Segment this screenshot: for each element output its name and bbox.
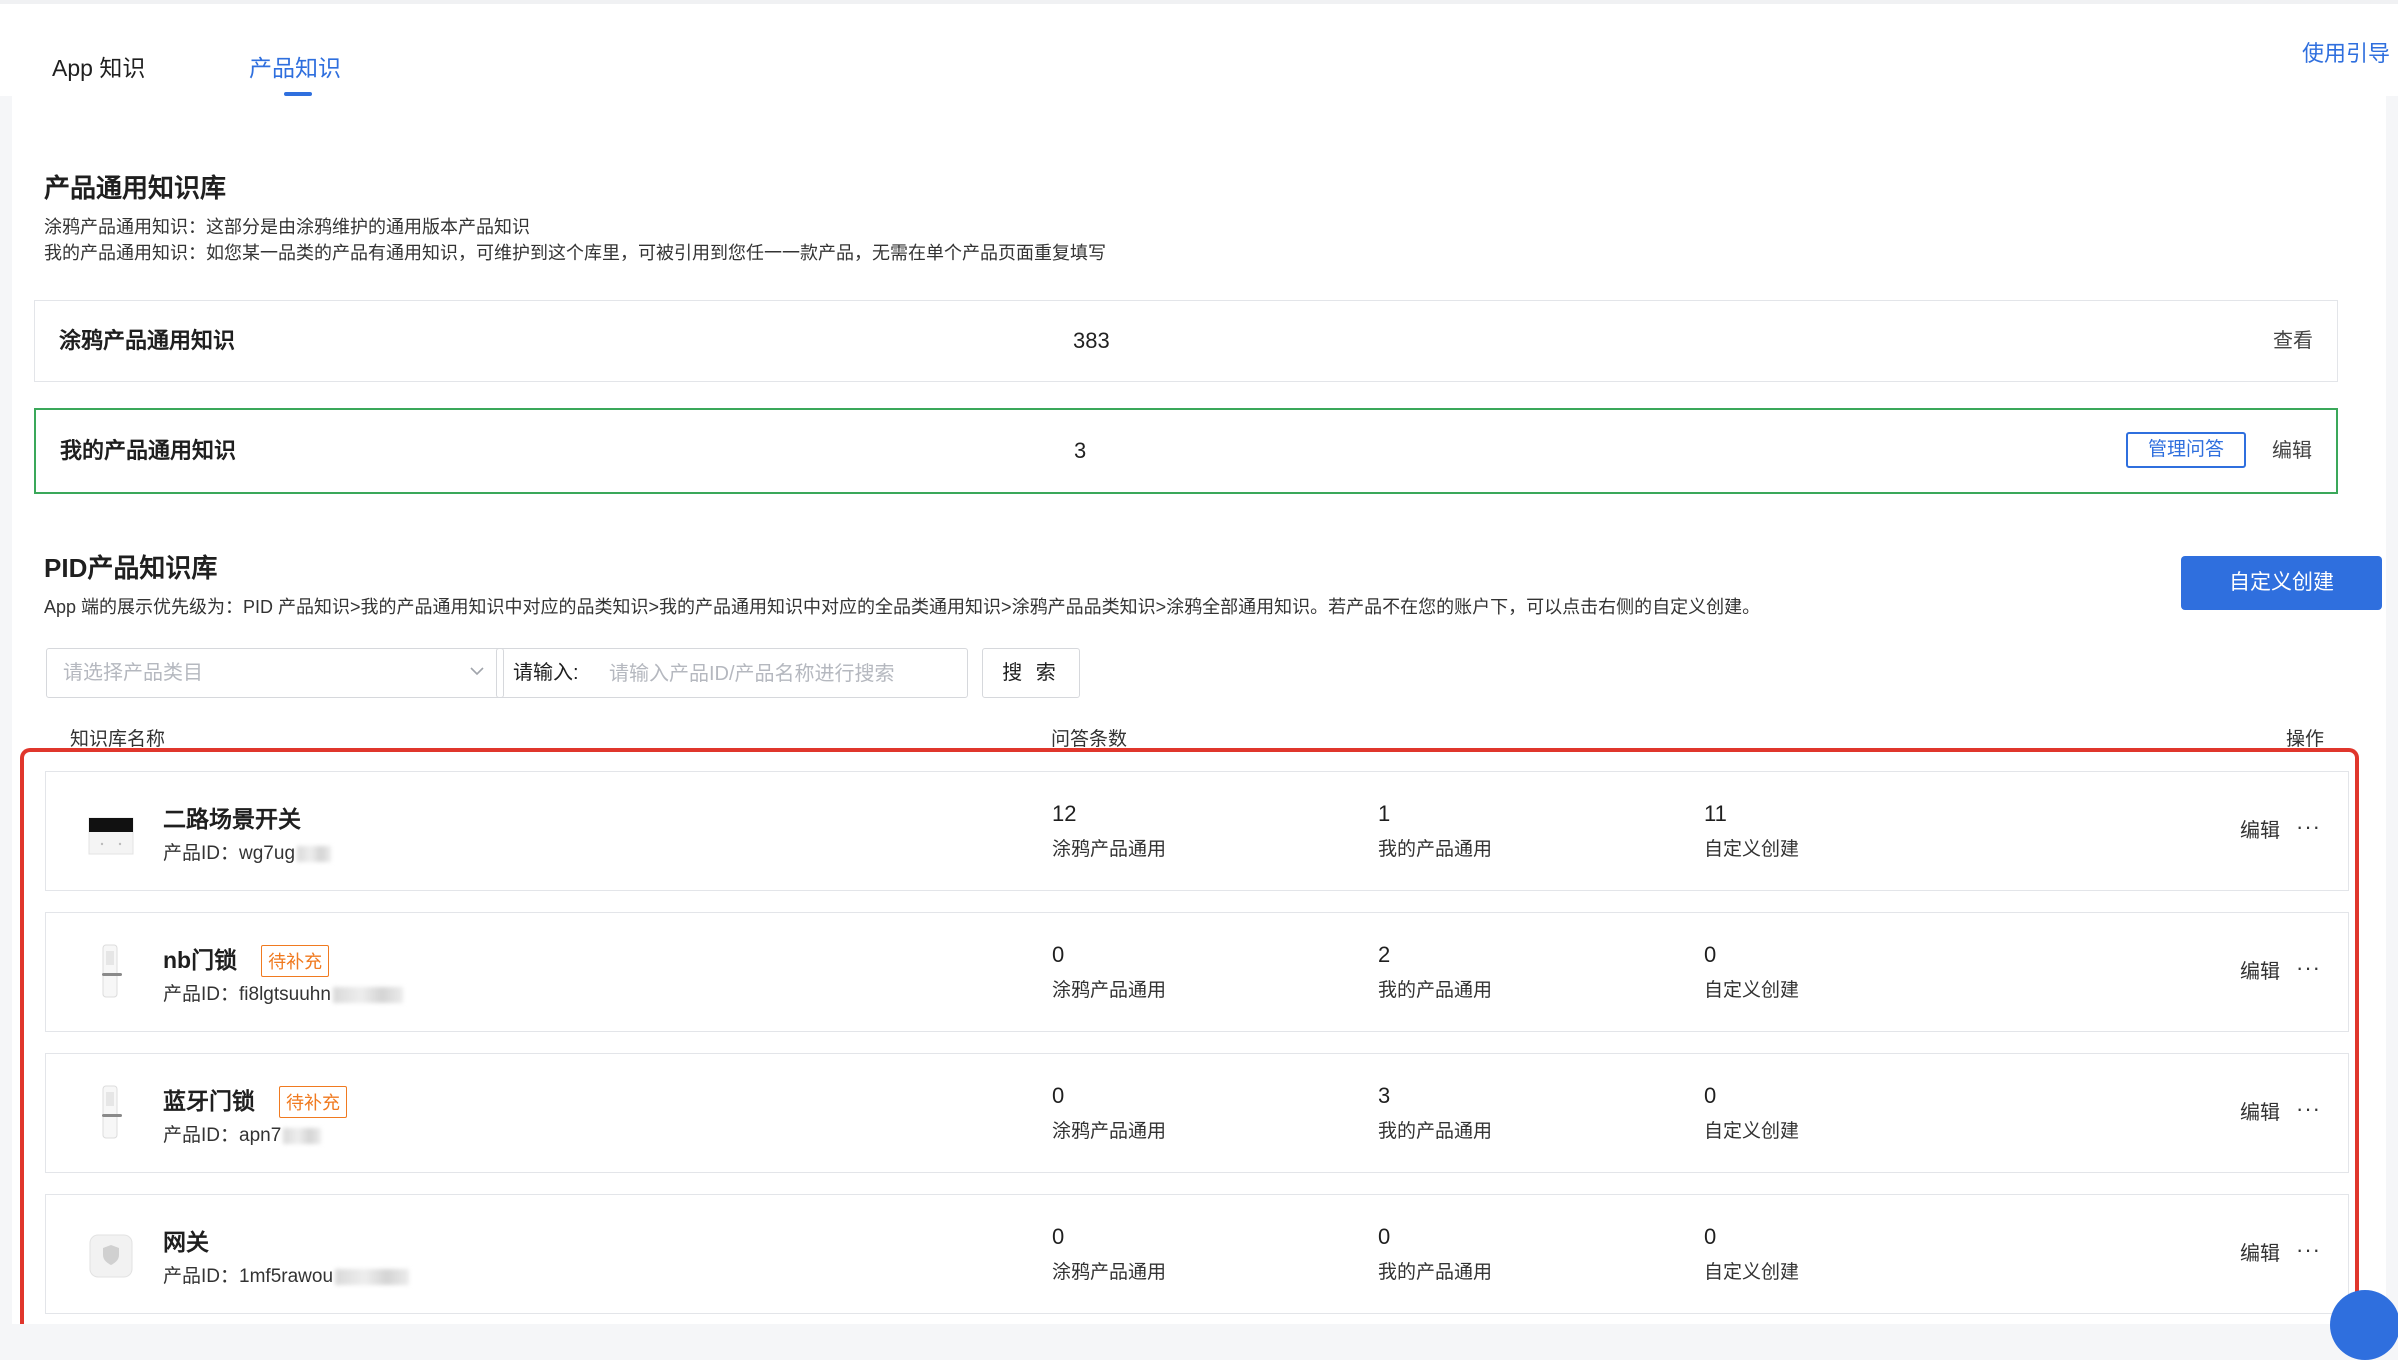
my-general-kb-card: 我的产品通用知识 3 管理问答 编辑 (34, 408, 2338, 494)
view-button[interactable]: 查看 (2273, 301, 2313, 381)
kb-count: 383 (1073, 328, 1110, 353)
search-input[interactable] (607, 657, 951, 691)
kb-name: 我的产品通用知识 (60, 438, 237, 463)
top-divider (0, 0, 2398, 4)
floating-help-button[interactable] (2330, 1290, 2398, 1360)
category-select-placeholder: 请选择产品类目 (63, 662, 203, 684)
tab-app-knowledge[interactable]: App 知识 (52, 34, 172, 96)
kb-count: 3 (1074, 438, 1087, 463)
search-label: 请输入: (513, 662, 579, 684)
general-kb-title: 产品通用知识库 (44, 173, 227, 203)
chevron-down-icon (470, 667, 484, 676)
general-kb-desc-1: 涂鸦产品通用知识：这部分是由涂鸦维护的通用版本产品知识 (44, 217, 530, 237)
tab-product-knowledge-label: 产品知识 (249, 55, 341, 81)
column-header-name: 知识库名称 (70, 729, 166, 750)
highlight-annotation-box (20, 748, 2359, 1324)
custom-create-button[interactable]: 自定义创建 (2181, 556, 2382, 610)
search-button[interactable]: 搜 索 (982, 648, 1080, 698)
top-bar: App 知识 产品知识 使用引导 (0, 0, 2398, 96)
edit-button[interactable]: 编辑 (2272, 410, 2312, 492)
usage-guide-link[interactable]: 使用引导 (2302, 36, 2390, 68)
column-header-ops: 操作 (2286, 729, 2325, 750)
general-kb-desc-2: 我的产品通用知识：如您某一品类的产品有通用知识，可维护到这个库里，可被引用到您任… (44, 243, 1106, 263)
tab-product-knowledge[interactable]: 产品知识 (196, 34, 394, 96)
manage-qa-button[interactable]: 管理问答 (2126, 432, 2246, 468)
tuya-general-kb-card: 涂鸦产品通用知识 383 查看 (34, 300, 2338, 382)
pid-kb-desc: App 端的展示优先级为：PID 产品知识>我的产品通用知识中对应的品类知识>我… (44, 597, 1761, 617)
column-header-count: 问答条数 (1051, 729, 1128, 750)
category-select[interactable]: 请选择产品类目 (46, 648, 504, 698)
pid-kb-title: PID产品知识库 (44, 553, 218, 583)
kb-name: 涂鸦产品通用知识 (59, 328, 236, 353)
search-field: 请输入: (496, 648, 968, 698)
